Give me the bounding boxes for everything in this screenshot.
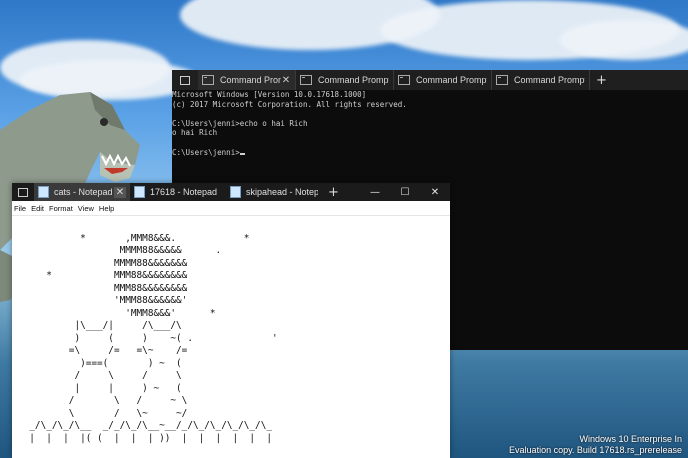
text-line: 'MMM88&&&&&&' (18, 295, 188, 306)
tab-label: 17618 - Notepad (150, 187, 218, 197)
close-tab-icon[interactable]: ✕ (114, 186, 126, 198)
menu-edit[interactable]: Edit (31, 204, 44, 213)
watermark-line: Windows 10 Enterprise In (579, 434, 682, 444)
console-line: (c) 2017 Microsoft Corporation. All righ… (172, 99, 407, 109)
watermark-line: Evaluation copy. Build 17618.rs_prerelea… (509, 445, 682, 455)
console-line: C:\Users\jenni>echo o hai Rich (172, 118, 308, 128)
console-output[interactable]: Microsoft Windows [Version 10.0.17618.10… (172, 90, 688, 157)
menu-view[interactable]: View (78, 204, 94, 213)
text-line: / \ / \ (18, 370, 182, 381)
tab-cats-notepad[interactable]: cats - Notepad ✕ (34, 183, 130, 201)
maximize-button[interactable]: ☐ (390, 187, 420, 198)
console-prompt-line: C:\Users\jenni> (172, 148, 688, 158)
notepad-icon (230, 186, 241, 198)
menu-file[interactable]: File (14, 204, 26, 213)
text-line: / \ / ~ \ (18, 395, 188, 406)
text-line: |\___/| /\___/\ (18, 320, 182, 331)
text-line: * ,MMM8&&&. * (18, 232, 250, 244)
text-line: _/\_/\_/\__ _/_/\_/\__~__/_/\_/\_/\_/\_/… (18, 420, 272, 431)
tab-label: skipahead - Notepad (246, 187, 318, 197)
notepad-icon (38, 186, 49, 198)
tab-command-prompt-2[interactable]: Command Prompt (296, 70, 394, 90)
console-icon (398, 75, 410, 85)
evaluation-watermark: Windows 10 Enterprise In Evaluation copy… (509, 434, 682, 456)
console-icon (300, 75, 312, 85)
menu-help[interactable]: Help (99, 204, 114, 213)
notepad-window[interactable]: cats - Notepad ✕ 17618 - Notepad skipahe… (12, 183, 450, 458)
console-line: Microsoft Windows [Version 10.0.17618.10… (172, 90, 367, 99)
console-icon (202, 75, 214, 85)
minimize-button[interactable]: — (360, 187, 390, 198)
cmd-app-icon[interactable] (178, 73, 192, 87)
new-tab-button[interactable]: + (328, 185, 339, 200)
menu-format[interactable]: Format (49, 204, 73, 213)
text-line: \ / \~ ~/ (18, 407, 188, 419)
menu-bar: File Edit Format View Help (12, 201, 450, 216)
tab-label: Command Prompt (318, 75, 389, 85)
close-tab-icon[interactable]: ✕ (281, 75, 291, 86)
text-line (18, 220, 450, 233)
tab-command-prompt-3[interactable]: Command Prompt (394, 70, 492, 90)
text-line: =\ /= =\~ /= (18, 345, 188, 356)
tab-17618-notepad[interactable]: 17618 - Notepad (130, 183, 226, 201)
console-icon (496, 75, 508, 85)
text-line: 'MMM8&&&' * (18, 307, 216, 319)
text-cursor (239, 152, 245, 155)
console-prompt: C:\Users\jenni> (172, 147, 240, 157)
tab-skipahead-notepad[interactable]: skipahead - Notepad (226, 183, 322, 201)
notepad-text-area[interactable]: * ,MMM8&&&. * MMMM88&&&&& . MMMM88&&&&&&… (12, 216, 450, 445)
tab-label: Command Prompt (514, 75, 585, 85)
text-line: )===( ) ~ ( (18, 357, 182, 369)
cloud (560, 20, 688, 60)
tab-label: Command Prompt (220, 75, 281, 85)
text-line: MMMM88&&&&&&& (18, 257, 188, 269)
new-tab-button[interactable]: + (596, 73, 607, 88)
text-line: | | | |( ( | | | )) | | | | | | (18, 432, 272, 444)
text-line: | | ) ~ ( (18, 382, 182, 394)
tab-label: Command Prompt (416, 75, 487, 85)
text-line: MMMM88&&&&& . (18, 245, 222, 256)
text-line: MMM88&&&&&&&& (18, 282, 188, 294)
close-button[interactable]: ✕ (420, 187, 450, 198)
text-line: ) ( ) ~( . ' (18, 332, 278, 344)
cmd-tab-bar: Command Prompt ✕ Command Prompt Command … (172, 70, 688, 90)
notepad-icon (134, 186, 145, 198)
text-line: * MMM88&&&&&&&& (18, 270, 188, 281)
tab-label: cats - Notepad (54, 187, 113, 197)
notepad-app-icon[interactable] (16, 185, 30, 199)
console-line: o hai Rich (172, 128, 218, 138)
window-controls: — ☐ ✕ (360, 187, 450, 198)
notepad-tab-bar: cats - Notepad ✕ 17618 - Notepad skipahe… (12, 183, 450, 201)
tab-command-prompt-1[interactable]: Command Prompt ✕ (198, 70, 296, 90)
tab-command-prompt-4[interactable]: Command Prompt (492, 70, 590, 90)
